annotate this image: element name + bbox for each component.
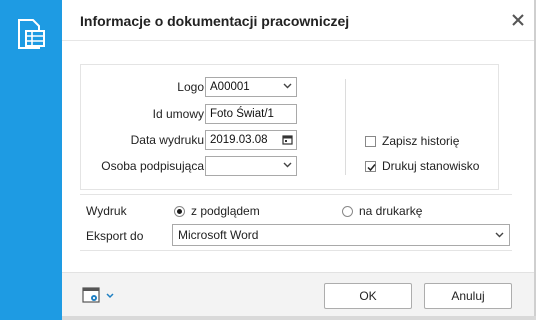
print-position-label: Drukuj stanowisko: [382, 159, 480, 173]
window-settings-button[interactable]: [82, 287, 118, 305]
export-label: Eksport do: [86, 229, 144, 243]
save-history-checkbox[interactable]: Zapisz historię: [365, 134, 459, 148]
logo-label: Logo: [177, 80, 204, 94]
section-separator: [80, 250, 512, 251]
section-separator: [80, 194, 512, 195]
export-select[interactable]: Microsoft Word: [172, 224, 510, 246]
logo-select[interactable]: A00001: [205, 77, 297, 97]
chevron-down-icon: [283, 83, 292, 89]
checkmark-icon: [367, 163, 376, 171]
radio-with-preview-label: z podglądem: [191, 204, 260, 218]
save-history-label: Zapisz historię: [382, 134, 460, 148]
print-date-field[interactable]: 2019.03.08: [205, 130, 297, 150]
radio-dot-selected[interactable]: [174, 205, 185, 217]
checkbox-box[interactable]: [365, 135, 376, 147]
radio-dot[interactable]: [342, 205, 353, 217]
close-icon[interactable]: [510, 12, 526, 28]
spreadsheet-document-icon: [16, 18, 46, 50]
window-bottom-shadow: [62, 316, 536, 320]
window-settings-icon: [82, 287, 114, 303]
panel-divider: [345, 79, 346, 175]
chevron-down-icon: [495, 232, 504, 238]
print-date-value: 2019.03.08: [210, 134, 268, 146]
left-sidebar: [0, 0, 62, 320]
logo-value: A00001: [210, 81, 250, 93]
dialog: Informacje o dokumentacji pracowniczej L…: [62, 0, 534, 317]
radio-to-printer[interactable]: na drukarkę: [342, 204, 422, 218]
export-value: Microsoft Word: [178, 228, 259, 242]
radio-with-preview[interactable]: z podglądem: [174, 204, 260, 218]
checkbox-box-checked[interactable]: [365, 160, 376, 172]
cancel-button[interactable]: Anuluj: [424, 283, 512, 309]
title-separator: [62, 40, 534, 41]
output-label: Wydruk: [86, 204, 127, 218]
contract-id-label: Id umowy: [152, 107, 204, 121]
document-settings-panel: Logo A00001 Id umowy Foto Świat/1 Data w…: [80, 64, 499, 190]
signer-select[interactable]: [205, 156, 297, 176]
dialog-footer: OK Anuluj: [62, 272, 534, 317]
ok-button[interactable]: OK: [324, 283, 412, 309]
chevron-down-icon: [283, 162, 292, 168]
radio-to-printer-label: na drukarkę: [359, 204, 423, 218]
signer-label: Osoba podpisująca: [101, 159, 204, 173]
contract-id-field[interactable]: Foto Świat/1: [205, 104, 297, 124]
print-position-checkbox[interactable]: Drukuj stanowisko: [365, 159, 479, 173]
calendar-icon[interactable]: [282, 134, 293, 145]
print-date-label: Data wydruku: [130, 133, 204, 147]
dialog-title: Informacje o dokumentacji pracowniczej: [80, 13, 350, 29]
